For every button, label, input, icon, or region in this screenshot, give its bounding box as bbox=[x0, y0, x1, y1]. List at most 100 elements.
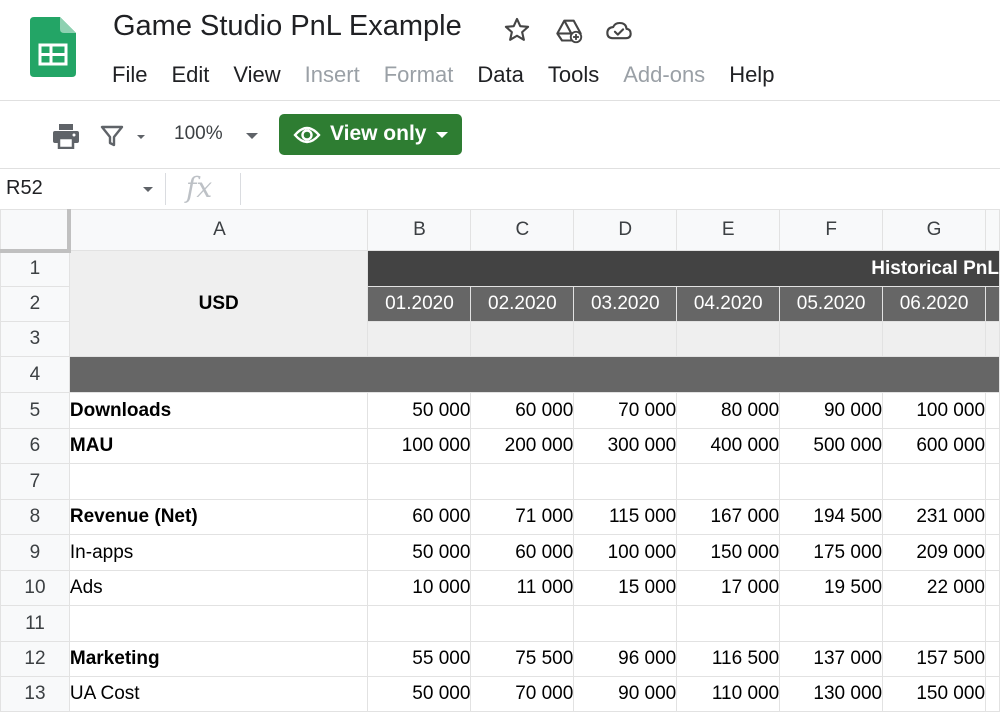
grid-cell[interactable] bbox=[985, 321, 1000, 357]
value-cell[interactable]: 96 000 bbox=[573, 641, 678, 677]
row-header-9[interactable]: 9 bbox=[0, 534, 70, 571]
print-icon[interactable] bbox=[52, 123, 80, 149]
menu-add-ons[interactable]: Add-ons bbox=[611, 60, 717, 90]
value-cell[interactable]: 231 000 bbox=[882, 499, 987, 535]
row-label-cell[interactable]: MAU bbox=[68, 428, 369, 464]
value-cell[interactable]: 137 000 bbox=[779, 641, 884, 677]
value-cell[interactable]: 19 500 bbox=[779, 570, 884, 606]
value-cell[interactable] bbox=[779, 463, 884, 500]
menu-edit[interactable]: Edit bbox=[159, 60, 221, 90]
select-all-corner[interactable] bbox=[0, 209, 72, 253]
month-header-cell[interactable]: 04.2020 bbox=[676, 286, 781, 322]
row-header-5[interactable]: 5 bbox=[0, 392, 70, 429]
value-cell[interactable]: 200 000 bbox=[470, 428, 575, 464]
column-header-f[interactable]: F bbox=[779, 209, 884, 251]
value-cell[interactable]: 17 000 bbox=[676, 570, 781, 606]
name-box[interactable]: R52 bbox=[6, 177, 43, 200]
grid-cell[interactable] bbox=[985, 392, 1000, 429]
filter-icon[interactable] bbox=[100, 125, 124, 147]
value-cell[interactable]: 80 000 bbox=[676, 392, 781, 429]
view-only-button[interactable]: View only bbox=[279, 114, 462, 155]
value-cell[interactable] bbox=[470, 605, 575, 642]
value-cell[interactable] bbox=[573, 605, 678, 642]
star-icon[interactable] bbox=[503, 16, 531, 44]
value-cell[interactable]: 75 500 bbox=[470, 641, 575, 677]
row-header-1[interactable]: 1 bbox=[0, 250, 70, 287]
historical-pnl-header[interactable]: Historical PnL bbox=[367, 250, 1000, 287]
usd-header-cell[interactable]: USD bbox=[68, 250, 369, 357]
value-cell[interactable]: 71 000 bbox=[470, 499, 575, 535]
value-cell[interactable]: 100 000 bbox=[367, 428, 472, 464]
row-header-7[interactable]: 7 bbox=[0, 463, 70, 500]
value-cell[interactable]: 11 000 bbox=[470, 570, 575, 606]
row-label-cell[interactable]: In-apps bbox=[68, 534, 369, 571]
value-cell[interactable]: 70 000 bbox=[573, 392, 678, 429]
month-header-cell[interactable]: 02.2020 bbox=[470, 286, 575, 322]
value-cell[interactable]: 22 000 bbox=[882, 570, 987, 606]
sheets-logo-icon[interactable] bbox=[30, 17, 76, 77]
value-cell[interactable]: 110 000 bbox=[676, 676, 781, 712]
value-cell[interactable]: 209 000 bbox=[882, 534, 987, 571]
row-label-cell[interactable] bbox=[68, 463, 369, 500]
row-header-2[interactable]: 2 bbox=[0, 286, 70, 322]
value-cell[interactable]: 400 000 bbox=[676, 428, 781, 464]
grid-cell[interactable] bbox=[985, 641, 1000, 677]
grid-cell[interactable] bbox=[573, 321, 678, 357]
grid-cell[interactable] bbox=[985, 428, 1000, 464]
value-cell[interactable]: 90 000 bbox=[573, 676, 678, 712]
month-header-cell[interactable]: 06.2020 bbox=[882, 286, 987, 322]
row-label-cell[interactable]: Marketing bbox=[68, 641, 369, 677]
menu-insert[interactable]: Insert bbox=[293, 60, 372, 90]
value-cell[interactable]: 300 000 bbox=[573, 428, 678, 464]
value-cell[interactable]: 10 000 bbox=[367, 570, 472, 606]
value-cell[interactable]: 157 500 bbox=[882, 641, 987, 677]
row-header-10[interactable]: 10 bbox=[0, 570, 70, 606]
value-cell[interactable]: 55 000 bbox=[367, 641, 472, 677]
grid-cell[interactable] bbox=[470, 321, 575, 357]
value-cell[interactable] bbox=[573, 463, 678, 500]
row-header-6[interactable]: 6 bbox=[0, 428, 70, 464]
document-title[interactable]: Game Studio PnL Example bbox=[113, 10, 462, 43]
grid-cell[interactable] bbox=[676, 321, 781, 357]
value-cell[interactable]: 60 000 bbox=[367, 499, 472, 535]
row-header-13[interactable]: 13 bbox=[0, 676, 70, 712]
menu-tools[interactable]: Tools bbox=[536, 60, 611, 90]
row-label-cell[interactable]: Revenue (Net) bbox=[68, 499, 369, 535]
value-cell[interactable] bbox=[367, 463, 472, 500]
column-header-c[interactable]: C bbox=[470, 209, 575, 251]
value-cell[interactable]: 150 000 bbox=[882, 676, 987, 712]
grid-cell[interactable] bbox=[985, 499, 1000, 535]
value-cell[interactable]: 500 000 bbox=[779, 428, 884, 464]
value-cell[interactable] bbox=[779, 605, 884, 642]
row-header-8[interactable]: 8 bbox=[0, 499, 70, 535]
name-box-dropdown-icon[interactable] bbox=[142, 186, 154, 194]
value-cell[interactable]: 50 000 bbox=[367, 392, 472, 429]
filter-dropdown-icon[interactable] bbox=[135, 133, 147, 141]
row-label-cell[interactable]: Downloads bbox=[68, 392, 369, 429]
grid-cell[interactable] bbox=[985, 534, 1000, 571]
row-header-11[interactable]: 11 bbox=[0, 605, 70, 642]
grid-cell[interactable] bbox=[985, 463, 1000, 500]
grid-cell[interactable] bbox=[367, 321, 472, 357]
row-label-cell[interactable]: Ads bbox=[68, 570, 369, 606]
zoom-select[interactable]: 100% bbox=[174, 123, 223, 145]
menu-help[interactable]: Help bbox=[717, 60, 786, 90]
value-cell[interactable] bbox=[470, 463, 575, 500]
month-header-overflow[interactable] bbox=[985, 286, 1000, 322]
value-cell[interactable]: 194 500 bbox=[779, 499, 884, 535]
value-cell[interactable] bbox=[367, 605, 472, 642]
value-cell[interactable]: 130 000 bbox=[779, 676, 884, 712]
row-header-12[interactable]: 12 bbox=[0, 641, 70, 677]
section-divider-bar[interactable] bbox=[68, 356, 1000, 393]
value-cell[interactable] bbox=[676, 605, 781, 642]
grid-cell[interactable] bbox=[985, 570, 1000, 606]
grid-cell[interactable] bbox=[985, 676, 1000, 712]
cloud-saved-icon[interactable] bbox=[605, 16, 633, 44]
zoom-dropdown-icon[interactable] bbox=[244, 131, 260, 141]
column-header-b[interactable]: B bbox=[367, 209, 472, 251]
value-cell[interactable]: 70 000 bbox=[470, 676, 575, 712]
column-header-g[interactable]: G bbox=[882, 209, 987, 251]
value-cell[interactable]: 150 000 bbox=[676, 534, 781, 571]
column-header-a[interactable]: A bbox=[68, 209, 369, 251]
value-cell[interactable]: 175 000 bbox=[779, 534, 884, 571]
